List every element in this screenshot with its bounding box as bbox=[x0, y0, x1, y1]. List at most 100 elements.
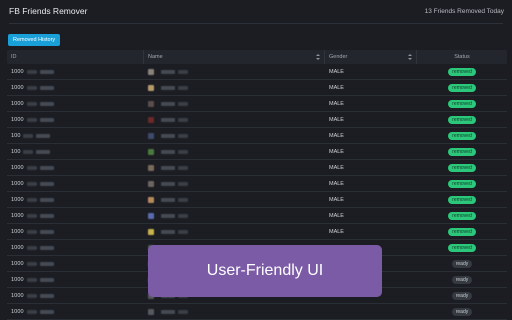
avatar bbox=[148, 308, 154, 315]
cell-id: 1000 bbox=[7, 224, 144, 239]
cell-name bbox=[144, 160, 325, 175]
redacted-id-digits bbox=[39, 293, 54, 298]
status-badge: removed bbox=[448, 131, 476, 140]
user-id: 100 bbox=[11, 148, 21, 155]
table-row[interactable]: 1000 MALE removed bbox=[7, 64, 507, 80]
column-header-gender-label: Gender bbox=[329, 54, 348, 60]
header-divider bbox=[9, 23, 503, 24]
cell-name bbox=[144, 64, 325, 79]
table-row[interactable]: 1000 MALE removed bbox=[7, 224, 507, 240]
redacted-id-digits bbox=[39, 69, 54, 74]
redacted-id-digits bbox=[26, 245, 37, 250]
cell-id: 100 bbox=[7, 144, 144, 159]
status-badge: removed bbox=[448, 163, 476, 172]
redacted-name bbox=[178, 213, 188, 218]
redacted-name bbox=[178, 101, 188, 106]
redacted-id-digits bbox=[23, 149, 34, 154]
column-header-name[interactable]: Name bbox=[144, 50, 325, 64]
cell-status: removed bbox=[417, 128, 507, 143]
table-row[interactable]: 1000 MALE removed bbox=[7, 160, 507, 176]
gender-value: MALE bbox=[329, 228, 344, 235]
sort-icon[interactable] bbox=[408, 54, 412, 60]
redacted-name bbox=[178, 229, 188, 234]
cell-id: 1000 bbox=[7, 96, 144, 111]
redacted-name bbox=[178, 117, 188, 122]
redacted-name bbox=[161, 69, 175, 74]
cell-status: removed bbox=[417, 240, 507, 255]
column-header-status: Status bbox=[417, 50, 507, 64]
redacted-id-digits bbox=[39, 117, 54, 122]
status-badge: removed bbox=[448, 195, 476, 204]
status-badge: removed bbox=[448, 227, 476, 236]
removed-today-counter: 13 Friends Removed Today bbox=[424, 7, 504, 15]
cell-id: 1000 bbox=[7, 64, 144, 79]
user-id: 1000 bbox=[11, 212, 24, 219]
table-row[interactable]: 100 MALE removed bbox=[7, 128, 507, 144]
user-id: 1000 bbox=[11, 244, 24, 251]
table-row[interactable]: 1000 MALE removed bbox=[7, 208, 507, 224]
column-header-id[interactable]: ID bbox=[7, 50, 144, 64]
column-header-gender[interactable]: Gender bbox=[325, 50, 417, 64]
gender-value: MALE bbox=[329, 84, 344, 91]
redacted-id-digits bbox=[26, 85, 37, 90]
cell-name bbox=[144, 176, 325, 191]
gender-value: MALE bbox=[329, 196, 344, 203]
cell-name bbox=[144, 304, 325, 319]
cell-status: removed bbox=[417, 112, 507, 127]
avatar bbox=[148, 132, 154, 139]
promo-overlay: User-Friendly UI bbox=[148, 245, 382, 297]
table-row[interactable]: 100 MALE removed bbox=[7, 144, 507, 160]
user-id: 1000 bbox=[11, 180, 24, 187]
user-id: 1000 bbox=[11, 292, 24, 299]
user-id: 100 bbox=[11, 132, 21, 139]
column-header-id-label: ID bbox=[11, 54, 17, 60]
status-badge: ready bbox=[451, 307, 473, 316]
cell-name bbox=[144, 192, 325, 207]
cell-id: 1000 bbox=[7, 160, 144, 175]
column-header-name-label: Name bbox=[148, 54, 163, 60]
cell-status: removed bbox=[417, 144, 507, 159]
table-row[interactable]: 1000 MALE removed bbox=[7, 192, 507, 208]
status-badge: removed bbox=[448, 115, 476, 124]
redacted-id-digits bbox=[26, 261, 37, 266]
cell-status: removed bbox=[417, 176, 507, 191]
redacted-name bbox=[161, 309, 175, 314]
status-badge: removed bbox=[448, 179, 476, 188]
status-badge: ready bbox=[451, 259, 473, 268]
redacted-id-digits bbox=[26, 117, 37, 122]
avatar bbox=[148, 228, 154, 235]
removed-history-button[interactable]: Removed History bbox=[8, 34, 61, 46]
cell-name bbox=[144, 224, 325, 239]
table-row[interactable]: 1000 ready bbox=[7, 304, 507, 320]
gender-value: MALE bbox=[329, 100, 344, 107]
user-id: 1000 bbox=[11, 228, 24, 235]
table-row[interactable]: 1000 MALE removed bbox=[7, 112, 507, 128]
cell-gender: MALE bbox=[325, 64, 417, 79]
status-badge: removed bbox=[448, 67, 476, 76]
redacted-id-digits bbox=[26, 213, 37, 218]
user-id: 1000 bbox=[11, 164, 24, 171]
redacted-id-digits bbox=[39, 181, 54, 186]
sort-icon[interactable] bbox=[316, 54, 320, 60]
gender-value: MALE bbox=[329, 164, 344, 171]
redacted-name bbox=[178, 85, 188, 90]
redacted-id-digits bbox=[26, 229, 37, 234]
redacted-id-digits bbox=[39, 213, 54, 218]
table-row[interactable]: 1000 MALE removed bbox=[7, 96, 507, 112]
gender-value: MALE bbox=[329, 180, 344, 187]
redacted-id-digits bbox=[39, 277, 54, 282]
gender-value: MALE bbox=[329, 68, 344, 75]
cell-name bbox=[144, 208, 325, 223]
cell-name bbox=[144, 80, 325, 95]
cell-name bbox=[144, 128, 325, 143]
cell-gender: MALE bbox=[325, 128, 417, 143]
cell-id: 1000 bbox=[7, 288, 144, 303]
cell-id: 1000 bbox=[7, 240, 144, 255]
table-row[interactable]: 1000 MALE removed bbox=[7, 80, 507, 96]
table-row[interactable]: 1000 MALE removed bbox=[7, 176, 507, 192]
cell-name bbox=[144, 144, 325, 159]
cell-id: 1000 bbox=[7, 192, 144, 207]
avatar bbox=[148, 68, 154, 75]
redacted-name bbox=[178, 181, 188, 186]
redacted-name bbox=[178, 133, 188, 138]
